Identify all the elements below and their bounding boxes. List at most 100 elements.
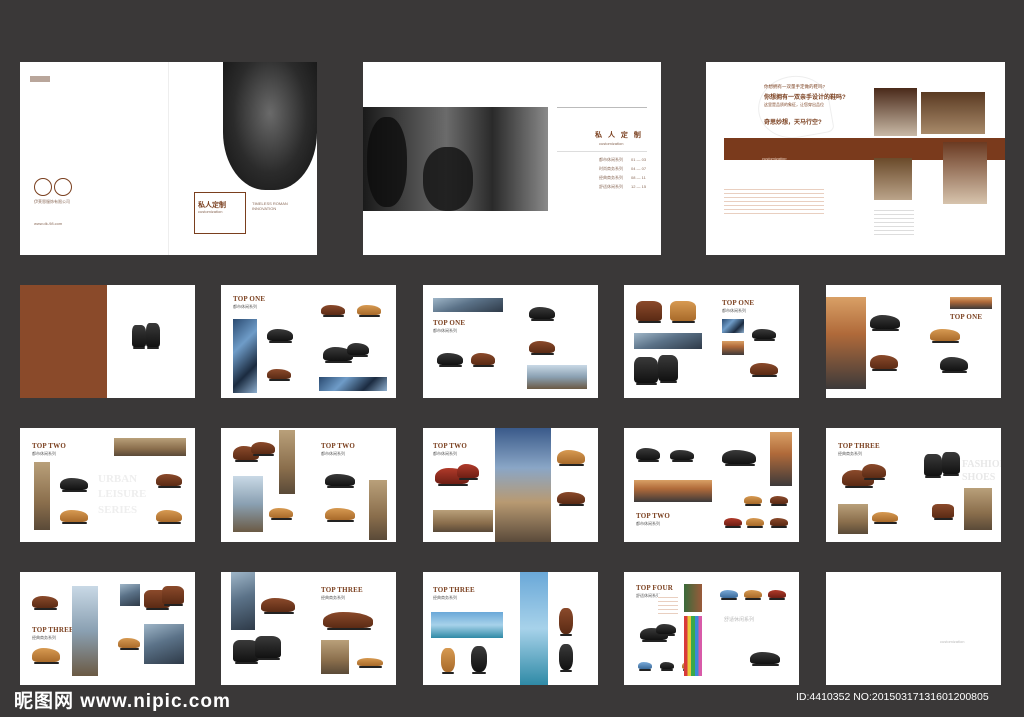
- city-photo: [950, 297, 992, 309]
- building-photo: [770, 432, 792, 486]
- shoe-photo: [636, 448, 660, 462]
- fashion-shoes-line: FASHION: [962, 459, 1001, 470]
- shoe-photo: [744, 590, 762, 600]
- urban-series-line: URBAN: [98, 473, 138, 485]
- shoe-photo: [60, 478, 88, 492]
- contact-block: [874, 207, 914, 237]
- glass-building-photo: [722, 319, 744, 333]
- craftsman-photo: [943, 142, 987, 204]
- toc-item: 经典商务系列: [599, 175, 623, 180]
- shoe-photo: [720, 590, 738, 600]
- shoe-photo: [940, 357, 968, 373]
- big-ben-photo: [72, 586, 98, 676]
- city-photo: [634, 333, 702, 349]
- section-subtitle: 都市休闲系列: [722, 308, 746, 313]
- shoe-photo: [752, 329, 776, 341]
- toc-number: 04 — 07: [631, 166, 647, 171]
- spread-top-three-c: TOP THREE 经典商务系列: [221, 572, 396, 685]
- craftsman-photo: [874, 158, 912, 200]
- section-subtitle: 舒适休闲系列: [636, 593, 660, 598]
- boot-photo: [162, 586, 184, 606]
- model-silhouette: [423, 147, 473, 211]
- section-subtitle: 都市休闲系列: [233, 304, 257, 309]
- shoe-photo: [724, 518, 742, 528]
- section-title: TOP FOUR: [636, 584, 674, 592]
- boot-photo: [658, 355, 678, 383]
- shoe-photo: [559, 644, 573, 672]
- spread-top-one-b: TOP ONE 都市休闲系列: [423, 285, 598, 398]
- shoe-photo: [437, 353, 463, 367]
- shoe-photo: [770, 496, 788, 506]
- shoe-photo: [870, 355, 898, 371]
- skyline-photo: [634, 480, 712, 502]
- description-block: [658, 594, 678, 614]
- shoe-photo: [670, 450, 694, 462]
- section-title: TOP ONE: [433, 319, 466, 327]
- shoe-photo: [118, 638, 140, 650]
- section-subtitle: 经典商务系列: [433, 595, 457, 600]
- logo-strip: [30, 76, 50, 82]
- city-photo: [527, 365, 587, 389]
- city-photo: [433, 510, 493, 532]
- glass-building-photo: [319, 377, 387, 391]
- shoe-photo: [768, 590, 786, 600]
- shoe-photo: [529, 341, 555, 355]
- section-title: TOP THREE: [838, 442, 880, 450]
- shoe-photo: [269, 508, 293, 520]
- shoe-photo: [656, 624, 676, 636]
- shoe-photo: [321, 305, 345, 317]
- street-photo: [233, 476, 263, 532]
- spread-top-four: TOP FOUR 舒适休闲系列 舒适休闲系列: [624, 572, 799, 685]
- spread-top-two-c: TOP TWO 都市休闲系列: [423, 428, 598, 542]
- brand-seal-icon: [34, 178, 52, 196]
- cover-subtitle: customization: [198, 209, 223, 214]
- spread-top-two-a: TOP TWO 都市休闲系列 URBAN LEISURE SERIES: [20, 428, 195, 542]
- section-title: TOP TWO: [32, 442, 67, 450]
- cover-side-text: TIMELESS ROMAN INNOVATION: [252, 201, 288, 211]
- color-strips-photo: [684, 616, 702, 676]
- shoe-photo: [638, 662, 652, 671]
- tower-photo: [120, 584, 140, 606]
- section-title: TOP TWO: [433, 442, 468, 450]
- band-caption: customization: [762, 156, 787, 161]
- back-caption: customization: [940, 639, 965, 644]
- section-title: TOP THREE: [32, 626, 74, 634]
- section-subtitle: 都市休闲系列: [636, 521, 660, 526]
- venice-photo: [431, 612, 503, 638]
- shoe-photo: [267, 329, 293, 343]
- glass-building-photo: [233, 319, 257, 393]
- brand-mark-icon: [54, 178, 72, 196]
- shoe-photo: [457, 464, 479, 480]
- street-sunset-photo: [826, 297, 866, 389]
- building-photo: [838, 504, 868, 534]
- shoe-photo: [932, 504, 954, 520]
- section-subtitle: 经典商务系列: [321, 595, 345, 600]
- shoe-photo: [529, 307, 555, 321]
- boot-photo: [255, 636, 281, 660]
- shoe-photo: [60, 510, 88, 524]
- spread-top-two-b: TOP TWO 都市休闲系列: [221, 428, 396, 542]
- building-photo: [321, 640, 349, 674]
- shoe-photo: [251, 442, 275, 456]
- section-subtitle: 都市休闲系列: [433, 451, 457, 456]
- spread-top-one-a: TOP ONE 都市休闲系列: [221, 285, 396, 398]
- intro-question: 这里是品质的象征，让您穿出品位: [764, 102, 824, 107]
- toc-number: 12 — 15: [631, 184, 647, 189]
- image-id-watermark: ID:4410352 NO:20150317131601200805: [796, 691, 989, 703]
- section-title: TOP TWO: [321, 442, 356, 450]
- urban-series-line: SERIES: [98, 503, 138, 516]
- shoe-photo: [347, 343, 369, 357]
- skyline-photo: [433, 298, 503, 312]
- fashion-shoes-line: SHOES: [962, 472, 996, 483]
- back-cover: customization: [826, 572, 1001, 685]
- shoe-photo: [660, 662, 674, 671]
- shoe-photo: [471, 646, 487, 674]
- spread-brown-intro: [20, 285, 195, 398]
- tower-photo: [279, 430, 295, 494]
- skyscraper-photo: [231, 572, 255, 630]
- canal-photo: [520, 572, 548, 685]
- section-subtitle: 都市休闲系列: [433, 328, 457, 333]
- spread-top-three-d: TOP THREE 经典商务系列: [423, 572, 598, 685]
- shoe-photo: [325, 508, 355, 522]
- shoe-photo: [930, 329, 960, 343]
